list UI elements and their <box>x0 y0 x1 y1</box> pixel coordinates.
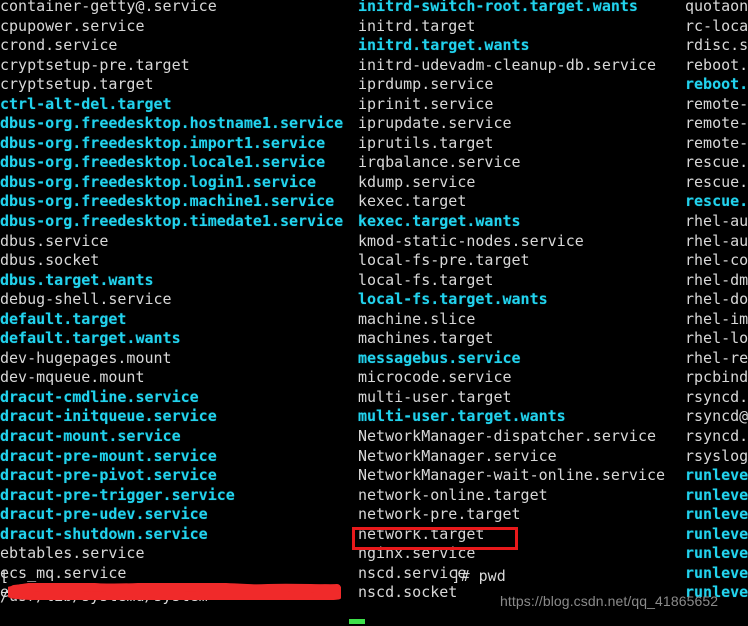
listing-entry: rhel-co <box>685 251 748 270</box>
listing-entry: cryptsetup-pre.target <box>0 55 190 74</box>
listing-entry: remote- <box>685 94 748 113</box>
listing-entry: rhel-im <box>685 309 748 328</box>
listing-column-3: quotaonrc-localrdisc.sereboot.reboot.rem… <box>685 0 748 603</box>
listing-entry: dev-hugepages.mount <box>0 348 172 367</box>
listing-entry: initrd.target.wants <box>358 36 530 55</box>
listing-entry: nginx.service <box>358 544 476 563</box>
listing-entry: iprdump.service <box>358 75 494 94</box>
listing-entry: messagebus.service <box>358 348 521 367</box>
listing-entry: rpcbind <box>685 368 748 387</box>
listing-entry: iprinit.service <box>358 94 494 113</box>
listing-entry: runleve <box>685 485 748 504</box>
listing-column-2: initrd-switch-root.target.wants initrd.ta… <box>358 0 683 603</box>
listing-entry: rhel-au <box>685 231 748 250</box>
listing-entry: rdisc.se <box>685 36 748 55</box>
listing-entry: iprutils.target <box>358 133 494 152</box>
listing-entry: dracut-pre-pivot.service <box>0 466 217 485</box>
listing-entry: kexec.target.wants <box>358 212 521 231</box>
listing-entry: dracut-pre-trigger.service <box>0 485 235 504</box>
listing-entry: debug-shell.service <box>0 290 172 309</box>
listing-entry: network-pre.target <box>358 505 521 524</box>
listing-entry: kexec.target <box>358 192 467 211</box>
prompt-redacted-text <box>9 567 452 585</box>
listing-entry: crond.service <box>0 36 118 55</box>
listing-entry: cpupower.service <box>0 16 145 35</box>
listing-entry: machines.target <box>358 329 494 348</box>
listing-entry: dracut-pre-udev.service <box>0 505 208 524</box>
listing-column-1: container-getty@.service cpupower.service… <box>0 0 355 603</box>
listing-entry: runleve <box>685 505 748 524</box>
listing-entry: dracut-mount.service <box>0 427 181 446</box>
listing-entry: ebtables.service <box>0 544 145 563</box>
listing-entry: dbus.socket <box>0 251 100 270</box>
listing-entry: rhel-do <box>685 290 748 309</box>
listing-entry: runleve <box>685 524 748 543</box>
listing-entry: network.target <box>358 524 485 543</box>
listing-entry: local-fs.target <box>358 270 494 289</box>
listing-entry: multi-user.target <box>358 387 512 406</box>
terminal-cursor <box>349 619 365 624</box>
listing-entry: dbus-org.freedesktop.import1.service <box>0 133 326 152</box>
prompt-suffix: ]# <box>451 567 479 585</box>
listing-entry: initrd-switch-root.target.wants <box>358 0 638 15</box>
listing-entry: rhel-lo <box>685 329 748 348</box>
listing-entry: dracut-cmdline.service <box>0 387 199 406</box>
listing-entry: iprupdate.service <box>358 114 512 133</box>
listing-entry: reboot. <box>685 75 748 94</box>
listing-entry: irqbalance.service <box>358 153 521 172</box>
listing-entry: dbus-org.freedesktop.locale1.service <box>0 153 326 172</box>
listing-entry: dracut-pre-mount.service <box>0 446 217 465</box>
listing-entry: dbus-org.freedesktop.machine1.service <box>0 192 335 211</box>
listing-entry: NetworkManager-dispatcher.service <box>358 427 657 446</box>
listing-entry: default.target.wants <box>0 329 181 348</box>
listing-entry: quotaon <box>685 0 748 15</box>
listing-entry: dbus.service <box>0 231 109 250</box>
listing-entry: rhel-dm <box>685 270 748 289</box>
listing-entry: default.target <box>0 309 127 328</box>
listing-entry: local-fs-pre.target <box>358 251 530 270</box>
listing-entry: NetworkManager.service <box>358 446 557 465</box>
listing-entry: rescue. <box>685 172 748 191</box>
listing-entry: machine.slice <box>358 309 476 328</box>
listing-entry: local-fs.target.wants <box>358 290 548 309</box>
listing-entry: dbus-org.freedesktop.login1.service <box>0 172 317 191</box>
shell-command: pwd <box>478 567 506 585</box>
listing-entry: remote- <box>685 114 748 133</box>
listing-entry: dev-mqueue.mount <box>0 368 145 387</box>
terminal-window[interactable]: container-getty@.service cpupower.service… <box>0 0 748 626</box>
listing-entry: rhel-au <box>685 212 748 231</box>
listing-entry: dbus.target.wants <box>0 270 154 289</box>
listing-entry: kmod-static-nodes.service <box>358 231 584 250</box>
listing-entry: rsyslog <box>685 446 748 465</box>
listing-entry: dbus-org.freedesktop.timedate1.service <box>0 212 344 231</box>
listing-entry: multi-user.target.wants <box>358 407 566 426</box>
listing-entry: rescue.s <box>685 153 748 172</box>
listing-entry: dbus-org.freedesktop.hostname1.service <box>0 114 344 133</box>
listing-entry: rsyncd. <box>685 387 748 406</box>
listing-entry: container-getty@.service <box>0 0 217 15</box>
shell-prompt-line: [ ]# pwd <box>0 567 748 587</box>
listing-entry: rescue. <box>685 192 748 211</box>
csdn-watermark: https://blog.csdn.net/qq_41865652 <box>500 593 719 609</box>
listing-entry: rc-local <box>685 16 748 35</box>
listing-entry: rsyncd@ <box>685 407 748 426</box>
listing-entry: microcode.service <box>358 368 512 387</box>
listing-entry: reboot. <box>685 55 748 74</box>
listing-entry: dracut-shutdown.service <box>0 524 208 543</box>
listing-entry: ctrl-alt-del.target <box>0 94 172 113</box>
listing-entry: runleve <box>685 544 748 563</box>
listing-entry: network-online.target <box>358 485 548 504</box>
listing-entry: runleve <box>685 466 748 485</box>
listing-entry: dracut-initqueue.service <box>0 407 217 426</box>
listing-entry: initrd.target <box>358 16 476 35</box>
listing-entry: NetworkManager-wait-online.service <box>358 466 666 485</box>
listing-entry: kdump.service <box>358 172 476 191</box>
listing-entry: initrd-udevadm-cleanup-db.service <box>358 55 657 74</box>
listing-entry: rsyncd. <box>685 427 748 446</box>
listing-entry: cryptsetup.target <box>0 75 154 94</box>
listing-entry: rhel-re <box>685 348 748 367</box>
prompt-prefix: [ <box>0 567 10 585</box>
listing-entry: remote- <box>685 133 748 152</box>
